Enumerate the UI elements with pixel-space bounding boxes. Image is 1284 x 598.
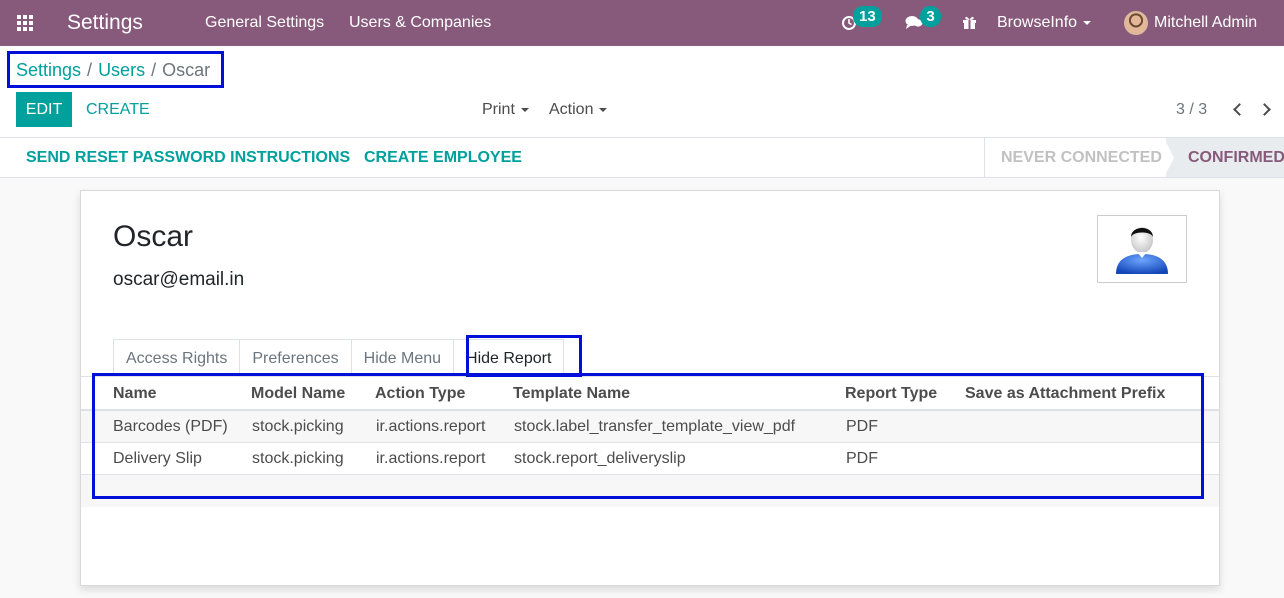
control-panel: Settings / Users / Oscar EDIT CREATE Print A… — [0, 46, 1284, 138]
send-reset-password-button[interactable]: SEND RESET PASSWORD INSTRUCTIONS — [26, 149, 350, 167]
chevron-down-icon — [520, 107, 529, 112]
user-silhouette-icon — [1116, 227, 1168, 274]
breadcrumb-highlight-box — [7, 51, 224, 88]
pager-next-button[interactable] — [1258, 101, 1275, 119]
tab-preferences[interactable]: Preferences — [239, 339, 352, 377]
stage-confirmed: CONFIRMED — [1166, 138, 1284, 177]
menu-users-companies[interactable]: Users & Companies — [349, 14, 491, 32]
tab-access-rights[interactable]: Access Rights — [113, 339, 241, 377]
tab-hide-menu[interactable]: Hide Menu — [350, 339, 455, 377]
print-dropdown[interactable]: Print — [482, 101, 529, 119]
stage-arrow — [1164, 138, 1174, 177]
pager-value[interactable]: 3 / 3 — [1176, 101, 1207, 119]
user-avatar[interactable] — [1124, 11, 1148, 35]
action-dropdown[interactable]: Action — [549, 101, 608, 119]
record-title: Oscar — [113, 220, 194, 253]
chevron-down-icon — [1083, 20, 1092, 25]
top-navbar: Settings General Settings Users & Compan… — [0, 0, 1284, 46]
app-title[interactable]: Settings — [67, 11, 143, 35]
edit-button[interactable]: EDIT — [16, 92, 72, 127]
stage-never-connected: NEVER CONNECTED — [984, 138, 1168, 177]
message-count-badge: 3 — [920, 6, 941, 27]
create-button[interactable]: CREATE — [86, 101, 150, 119]
company-name: BrowseInfo — [997, 14, 1078, 31]
company-switcher[interactable]: BrowseInfo — [997, 14, 1092, 32]
create-employee-button[interactable]: CREATE EMPLOYEE — [364, 149, 522, 167]
action-label: Action — [549, 101, 594, 118]
user-photo[interactable] — [1097, 215, 1187, 283]
chevron-left-icon — [1233, 103, 1246, 116]
chevron-down-icon — [599, 107, 608, 112]
menu-general-settings[interactable]: General Settings — [205, 14, 324, 32]
apps-menu-icon[interactable] — [17, 15, 33, 31]
print-label: Print — [482, 101, 515, 118]
form-statusbar: SEND RESET PASSWORD INSTRUCTIONS CREATE … — [0, 138, 1284, 178]
pager-previous-button[interactable] — [1230, 101, 1246, 119]
form-sheet: Oscar oscar@email.in Access Rights Prefe… — [80, 190, 1220, 586]
user-menu[interactable]: Mitchell Admin — [1154, 14, 1257, 32]
chevron-right-icon — [1258, 103, 1271, 116]
record-email: oscar@email.in — [113, 269, 245, 290]
gift-icon[interactable] — [962, 14, 977, 35]
table-highlight-box — [92, 373, 1204, 499]
active-tab-highlight-box — [466, 335, 582, 377]
activity-count-badge: 13 — [853, 6, 882, 27]
